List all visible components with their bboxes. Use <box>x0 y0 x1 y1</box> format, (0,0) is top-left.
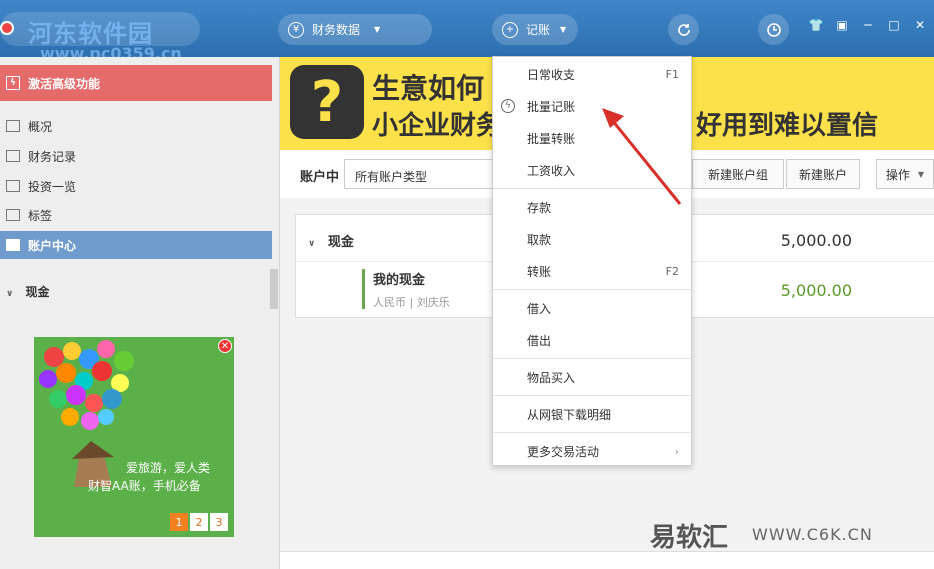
footer-watermark-brand: 易软汇 <box>650 523 729 553</box>
annotation-arrow-icon <box>602 108 682 205</box>
footer-watermark-url: WWW.C6K.CN <box>752 525 873 544</box>
